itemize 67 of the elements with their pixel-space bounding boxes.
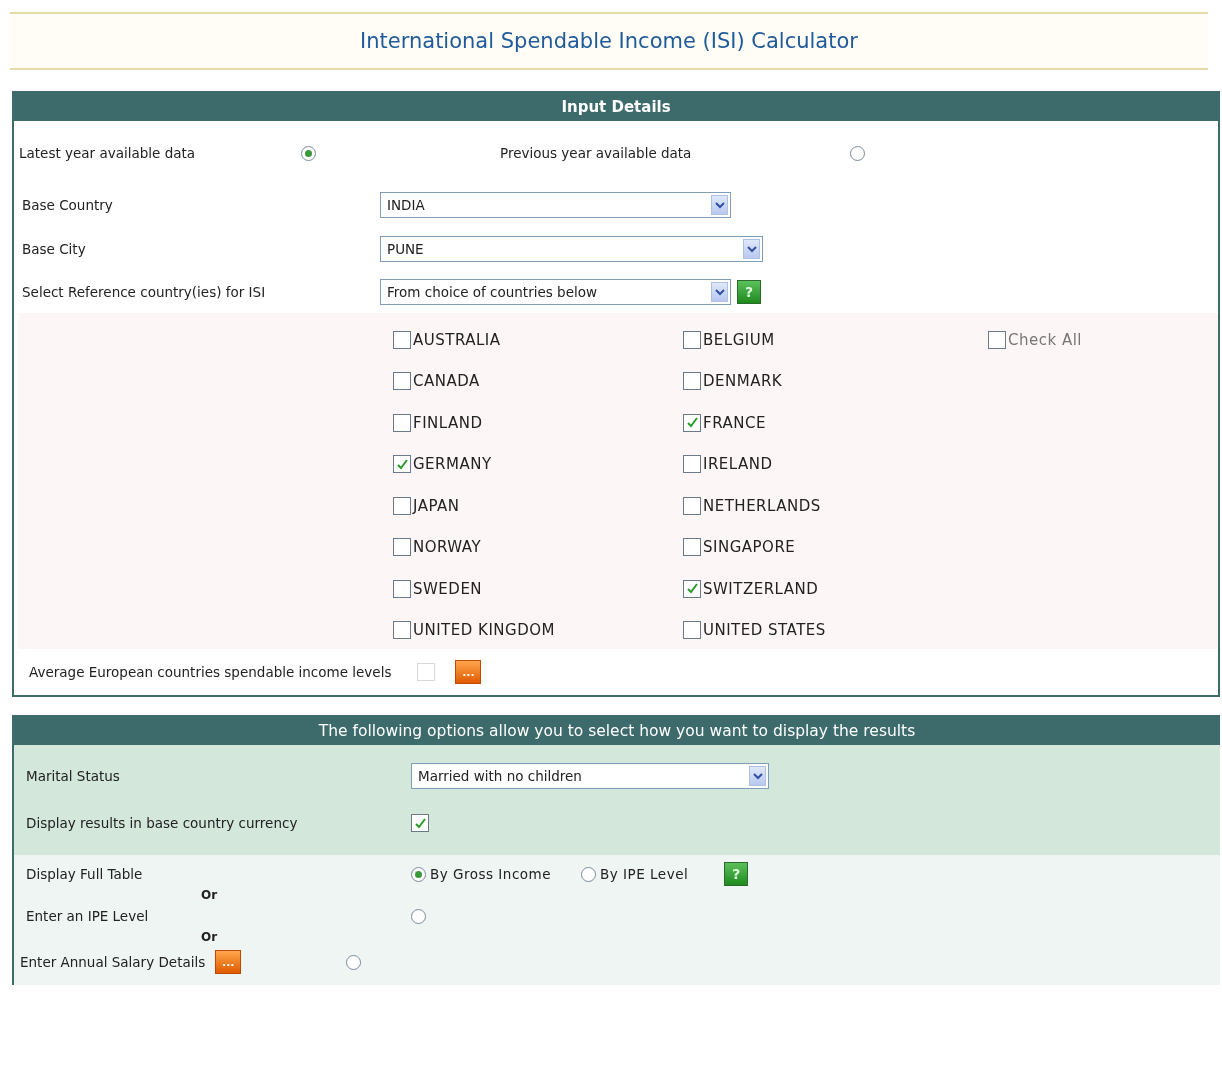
checkbox[interactable]: [393, 372, 411, 391]
checkbox[interactable]: [683, 372, 701, 391]
country-label: SWEDEN: [413, 579, 483, 598]
radio-button[interactable]: [581, 866, 597, 882]
option-label: Average European countries spendable income levels: [29, 664, 392, 680]
field-label: Enter an IPE Level: [26, 908, 150, 924]
country-label: FRANCE: [703, 413, 766, 432]
country-label: FINLAND: [413, 413, 483, 432]
page-title: International Spendable Income (ISI) Calculator: [360, 29, 858, 53]
checkbox[interactable]: [393, 455, 411, 474]
checkbox[interactable]: [393, 579, 411, 598]
checkbox[interactable]: [988, 330, 1006, 349]
field-label: Enter Annual Salary Details: [20, 954, 206, 970]
dropdown[interactable]: PUNE: [380, 236, 763, 262]
checkbox[interactable]: [683, 413, 701, 432]
country-label: CANADA: [413, 372, 480, 391]
country-label: GERMANY: [413, 455, 492, 474]
country-label: SWITZERLAND: [703, 579, 819, 598]
checkbox[interactable]: [411, 814, 429, 832]
field-label: Display Full Table: [26, 866, 144, 882]
check-all-label: Check All: [1008, 330, 1082, 349]
checkbox[interactable]: [683, 621, 701, 640]
chevron-down-icon: [749, 766, 766, 786]
separator-text: Or: [201, 930, 218, 944]
option-label: Latest year available data: [18, 145, 197, 161]
field-label: Base Country: [22, 197, 114, 213]
option-label: By IPE Level: [600, 866, 689, 882]
chevron-down-icon: [711, 282, 728, 302]
checkbox[interactable]: [393, 413, 411, 432]
checkbox[interactable]: [683, 455, 701, 474]
separator-text: Or: [201, 888, 218, 902]
radio-button[interactable]: [411, 908, 426, 924]
country-label: JAPAN: [413, 496, 460, 515]
country-label: UNITED STATES: [703, 621, 826, 640]
option-label: By Gross Income: [430, 866, 552, 882]
dropdown[interactable]: INDIA: [380, 192, 731, 218]
checkbox[interactable]: [683, 496, 701, 515]
checkbox[interactable]: [393, 538, 411, 557]
chevron-down-icon: [711, 195, 728, 215]
country-label: BELGIUM: [703, 330, 775, 349]
field-label: Display results in base country currency: [26, 815, 299, 831]
country-label: NETHERLANDS: [703, 496, 821, 515]
radio-button[interactable]: [411, 866, 426, 882]
panel-header: The following options allow you to select how you want to display the results: [14, 717, 1220, 745]
checkbox[interactable]: [683, 330, 701, 349]
checkbox[interactable]: [683, 538, 701, 557]
country-label: NORWAY: [413, 538, 482, 557]
dropdown[interactable]: From choice of countries below: [380, 279, 731, 305]
checkbox[interactable]: [393, 621, 411, 640]
country-label: UNITED KINGDOM: [413, 621, 555, 640]
checkbox[interactable]: [393, 496, 411, 515]
field-label: Select Reference country(ies) for ISI: [22, 284, 267, 300]
country-label: IRELAND: [703, 455, 773, 474]
field-label: Base City: [22, 241, 87, 257]
chevron-down-icon: [743, 239, 760, 259]
dropdown[interactable]: Married with no children: [411, 763, 769, 789]
country-label: DENMARK: [703, 372, 783, 391]
checkbox[interactable]: [683, 579, 701, 598]
checkbox[interactable]: [393, 330, 411, 349]
radio-button[interactable]: [301, 145, 316, 161]
radio-button[interactable]: [850, 145, 865, 161]
country-label: AUSTRALIA: [413, 330, 501, 349]
panel-header: Input Details: [14, 93, 1218, 121]
country-label: SINGAPORE: [703, 538, 796, 557]
option-label: Previous year available data: [500, 145, 693, 161]
radio-button[interactable]: [346, 954, 362, 970]
field-label: Marital Status: [26, 768, 121, 784]
